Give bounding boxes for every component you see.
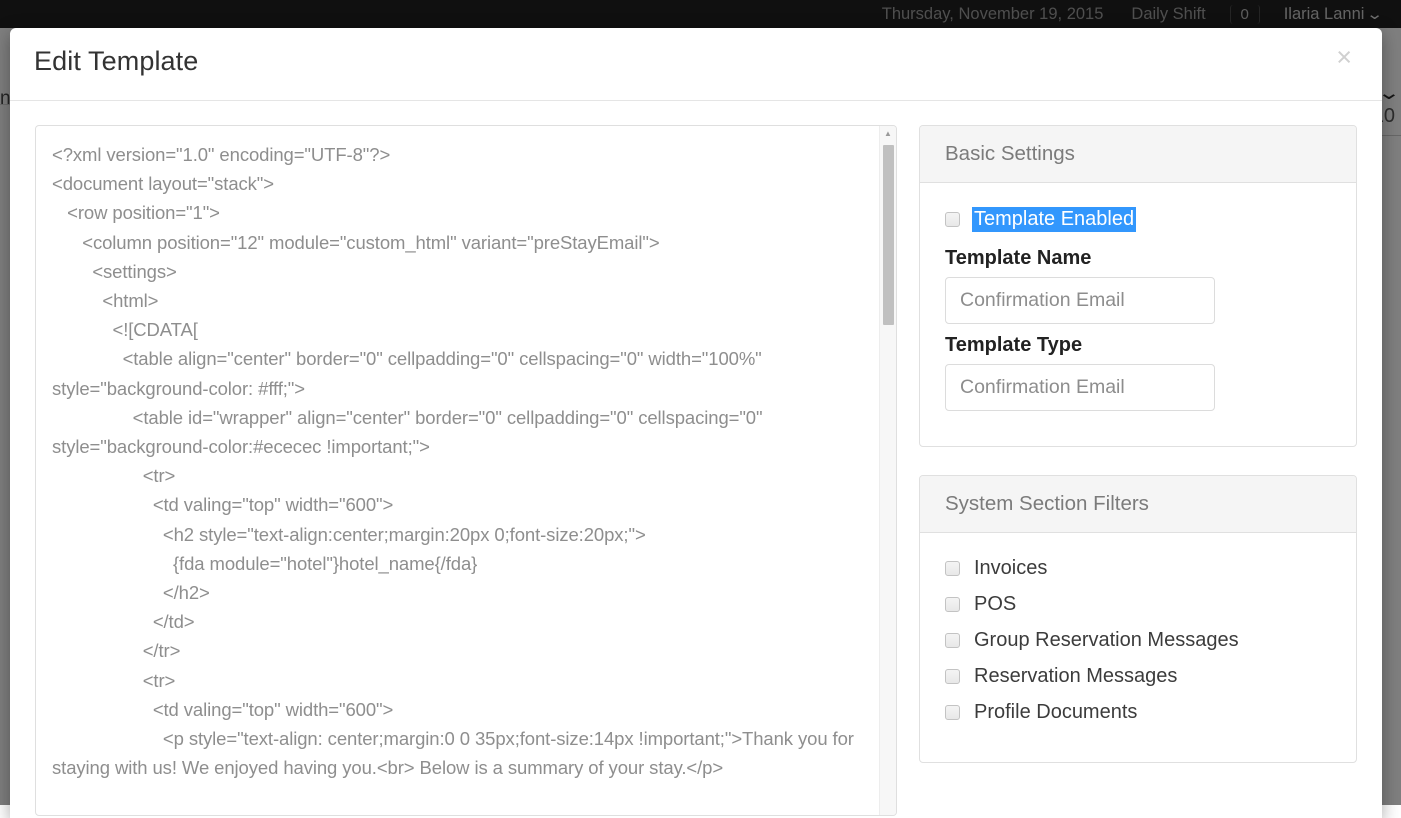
filter-row-profile-documents[interactable]: Profile Documents <box>945 701 1331 724</box>
settings-column: Basic Settings Template Enabled Template… <box>919 125 1357 817</box>
template-xml-textarea[interactable] <box>36 126 896 815</box>
template-name-label: Template Name <box>945 247 1331 270</box>
filter-label-pos[interactable]: POS <box>974 593 1016 616</box>
filter-label-profile-documents[interactable]: Profile Documents <box>974 701 1137 724</box>
system-section-filters-header: System Section Filters <box>920 476 1356 533</box>
filter-checkbox-pos[interactable] <box>945 597 960 612</box>
template-enabled-label[interactable]: Template Enabled <box>972 207 1136 232</box>
scrollbar-thumb[interactable] <box>883 145 894 325</box>
filter-checkbox-group-reservation-messages[interactable] <box>945 633 960 648</box>
edit-template-modal: Edit Template × ▲ Basic Settings Te <box>10 28 1382 818</box>
system-section-filters-title: System Section Filters <box>945 492 1149 515</box>
filter-checkbox-profile-documents[interactable] <box>945 705 960 720</box>
template-type-label: Template Type <box>945 334 1331 357</box>
filter-row-group-reservation-messages[interactable]: Group Reservation Messages <box>945 629 1331 652</box>
system-section-filters-body: Invoices POS Group Reservation Messages … <box>920 533 1356 762</box>
basic-settings-body: Template Enabled Template Name Template … <box>920 183 1356 446</box>
modal-header: Edit Template × <box>10 28 1382 101</box>
template-name-input[interactable] <box>945 277 1215 324</box>
filter-checkbox-reservation-messages[interactable] <box>945 669 960 684</box>
scroll-up-arrow-icon[interactable]: ▲ <box>880 129 896 139</box>
filter-label-group-reservation-messages[interactable]: Group Reservation Messages <box>974 629 1239 652</box>
template-code-editor[interactable]: ▲ <box>35 125 897 816</box>
basic-settings-header: Basic Settings <box>920 126 1356 183</box>
template-enabled-checkbox[interactable] <box>945 212 960 227</box>
page-title: Edit Template <box>34 46 198 77</box>
basic-settings-panel: Basic Settings Template Enabled Template… <box>919 125 1357 447</box>
filter-label-reservation-messages[interactable]: Reservation Messages <box>974 665 1177 688</box>
system-section-filters-panel: System Section Filters Invoices POS Grou… <box>919 475 1357 763</box>
filter-checkbox-invoices[interactable] <box>945 561 960 576</box>
modal-body: ▲ Basic Settings Template Enabled Templa… <box>10 101 1382 817</box>
editor-scrollbar[interactable]: ▲ <box>879 126 896 815</box>
filter-row-invoices[interactable]: Invoices <box>945 557 1331 580</box>
filter-label-invoices[interactable]: Invoices <box>974 557 1047 580</box>
filter-row-reservation-messages[interactable]: Reservation Messages <box>945 665 1331 688</box>
filter-row-pos[interactable]: POS <box>945 593 1331 616</box>
basic-settings-title: Basic Settings <box>945 142 1075 165</box>
template-type-input[interactable] <box>945 364 1215 411</box>
close-icon[interactable]: × <box>1328 40 1360 75</box>
template-enabled-row[interactable]: Template Enabled <box>945 207 1331 232</box>
